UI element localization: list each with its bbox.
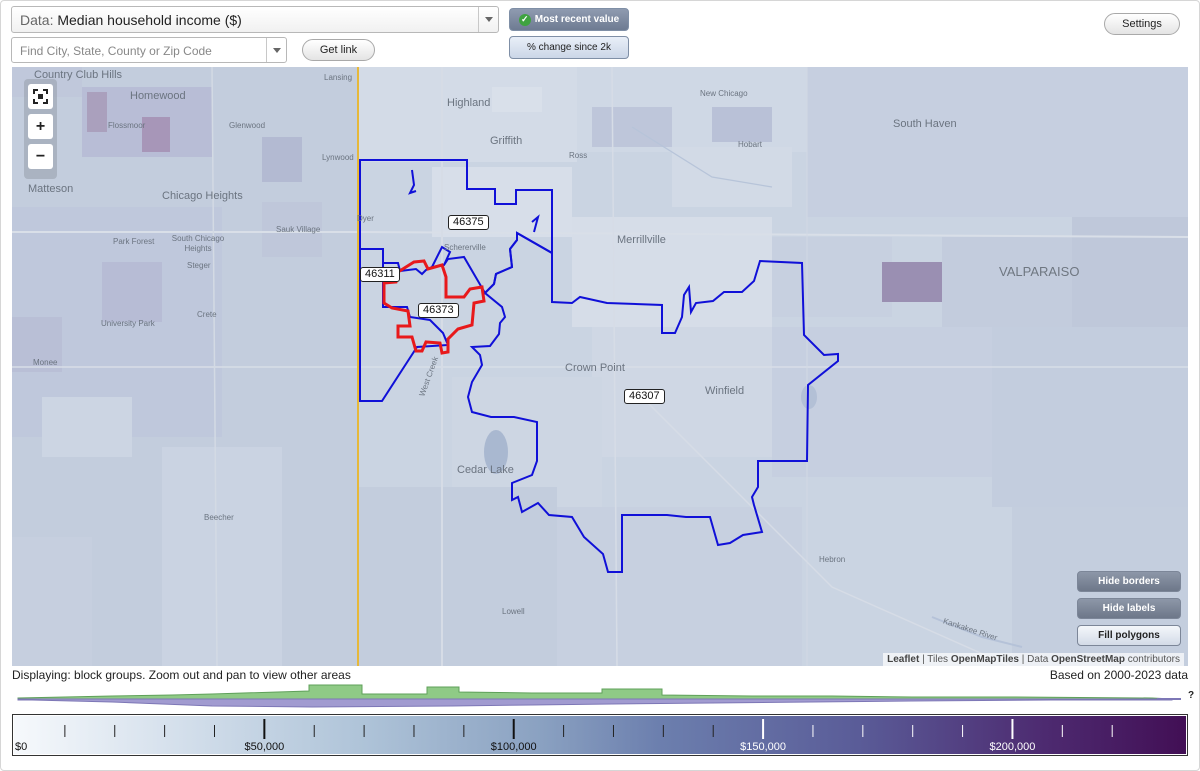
legend-label: $100,000 [490,741,537,753]
most-recent-value-button[interactable]: ✓ Most recent value [509,8,629,31]
place-label: Lansing [324,73,353,82]
legend-label: $0 [15,741,28,753]
value-histogram [17,684,1181,708]
place-label: New Chicago [700,89,748,98]
data-select-value: Median household income ($) [57,12,242,28]
data-range-note: Based on 2000-2023 data [1049,668,1188,682]
place-label: Homewood [130,90,186,102]
leaflet-link[interactable]: Leaflet [887,654,919,665]
place-label: Lynwood [322,153,354,162]
map-attribution: Leaflet | Tiles OpenMapTiles | Data Open… [883,653,1184,666]
most-recent-label: Most recent value [534,14,620,25]
settings-button[interactable]: Settings [1104,13,1180,35]
place-label: University Park [101,319,155,328]
get-link-button[interactable]: Get link [302,39,375,61]
place-label: Matteson [28,183,74,195]
place-label: Highland [447,97,491,109]
chevron-down-icon[interactable] [266,38,286,62]
tiles-link[interactable]: OpenMapTiles [951,654,1019,665]
place-label: Flossmoor [108,121,146,130]
place-label: Merrillville [617,234,666,246]
fullscreen-icon[interactable] [28,84,53,109]
place-label: Hobart [738,140,763,149]
legend-label: $200,000 [989,741,1036,753]
hide-labels-button[interactable]: Hide labels [1077,598,1181,619]
place-label: VALPARAISO [999,264,1080,279]
place-label: Chicago Heights [162,190,243,202]
hide-borders-button[interactable]: Hide borders [1077,571,1181,592]
place-label: Cedar Lake [457,464,514,476]
color-legend: $0 $50,000 $100,000 $150,000 $200,000 [12,714,1188,756]
data-select[interactable]: Data: Median household income ($) [11,6,499,33]
zip-label: 46307 [624,389,665,404]
place-label: South Chicago Heights [171,234,225,253]
osm-link[interactable]: OpenStreetMap [1051,654,1125,665]
chevron-down-icon[interactable] [478,7,498,32]
zoom-out-icon[interactable]: − [28,144,53,169]
map-view[interactable]: Country Club Hills Homewood Flossmoor Gl… [12,67,1188,666]
place-label: Crete [197,310,217,319]
location-search[interactable] [11,37,287,63]
legend-label: $150,000 [740,741,787,753]
place-label: Griffith [490,135,523,147]
place-label: Ross [569,151,588,160]
fill-polygons-button[interactable]: Fill polygons [1077,625,1181,646]
zip-label: 46311 [360,267,400,282]
place-label: Winfield [705,385,745,397]
check-icon: ✓ [518,13,531,26]
place-label: Schererville [444,243,486,252]
zip-label: 46373 [418,303,459,318]
percent-change-button[interactable]: % change since 2k [509,36,629,59]
place-label: Monee [33,358,58,367]
display-status: Displaying: block groups. Zoom out and p… [12,668,351,682]
place-label: Beecher [204,513,234,522]
zoom-in-icon[interactable]: + [28,114,53,139]
place-label: Steger [187,261,211,270]
place-label: Lowell [502,607,525,616]
zip-label: 46375 [448,215,489,230]
place-label: Park Forest [113,237,155,246]
search-input[interactable] [18,41,268,61]
zoom-control: + − [24,79,57,179]
data-select-text: Data: Median household income ($) [20,12,242,28]
place-label: Crown Point [565,362,625,374]
legend-label: $50,000 [244,741,285,753]
place-label: South Haven [893,118,957,130]
place-label: Hebron [819,555,846,564]
histogram-help[interactable]: ? [1188,690,1194,701]
place-label: Dyer [357,214,374,223]
place-label: Glenwood [229,121,266,130]
place-label: Sauk Village [276,225,321,234]
